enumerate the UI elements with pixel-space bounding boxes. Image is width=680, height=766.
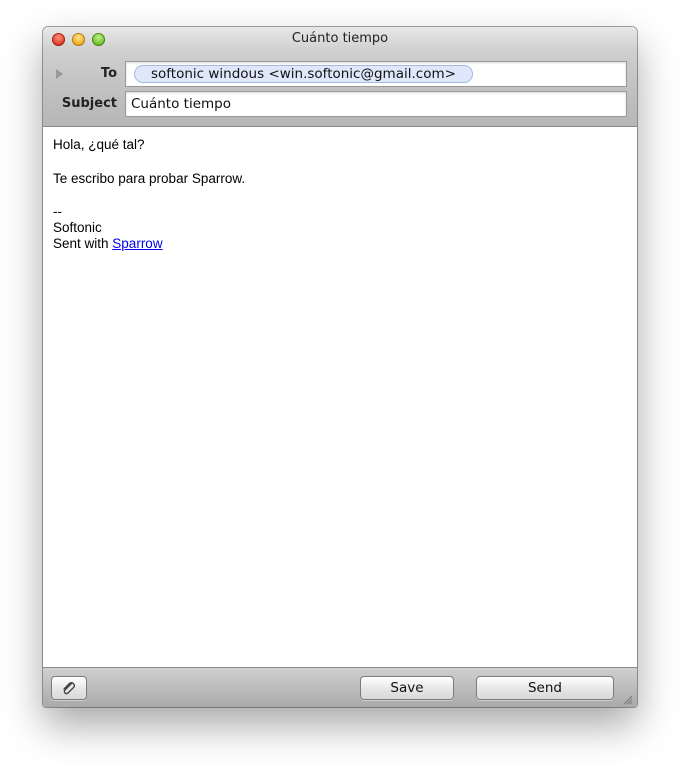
subject-value: Cuánto tiempo <box>131 96 231 112</box>
signature-separator: -- <box>53 204 62 219</box>
sent-with-text: Sent with <box>53 236 109 251</box>
send-button[interactable]: Send <box>476 676 614 700</box>
to-field[interactable]: softonic windous <win.softonic@gmail.com… <box>125 61 627 87</box>
compose-window: Cuánto tiempo To softonic windous <win.s… <box>43 27 637 707</box>
to-label: To <box>100 66 117 81</box>
subject-label: Subject <box>61 96 117 111</box>
message-body[interactable]: Hola, ¿qué tal? Te escribo para probar S… <box>43 127 637 667</box>
sparrow-link[interactable]: Sparrow <box>112 236 162 251</box>
subject-field[interactable]: Cuánto tiempo <box>125 91 627 117</box>
bottom-toolbar: Save Send <box>43 667 637 707</box>
paperclip-icon <box>63 682 75 695</box>
signature-name: Softonic <box>53 220 102 235</box>
save-button[interactable]: Save <box>360 676 454 700</box>
resize-grip-icon[interactable] <box>621 693 633 705</box>
recipient-token[interactable]: softonic windous <win.softonic@gmail.com… <box>134 65 473 83</box>
greeting-line: Hola, ¿qué tal? <box>53 137 145 152</box>
disclosure-triangle-icon[interactable] <box>56 69 63 79</box>
body-line: Te escribo para probar Sparrow. <box>53 171 246 186</box>
to-row: To softonic windous <win.softonic@gmail.… <box>43 61 637 87</box>
subject-row: Subject Cuánto tiempo <box>43 91 637 117</box>
sent-with-line: Sent with Sparrow <box>53 236 163 251</box>
title-bar: Cuánto tiempo To softonic windous <win.s… <box>43 27 637 127</box>
window-title: Cuánto tiempo <box>291 31 389 46</box>
attach-button[interactable] <box>51 676 87 700</box>
